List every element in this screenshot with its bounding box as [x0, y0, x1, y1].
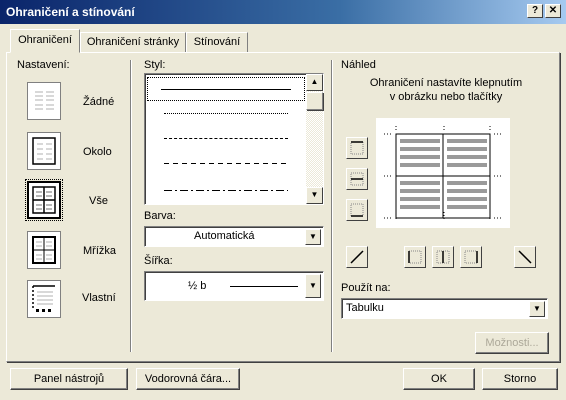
help-button[interactable]: ? [527, 4, 543, 18]
setting-grid-label: Mřížka [83, 245, 116, 257]
border-top-icon [350, 141, 364, 155]
close-button[interactable]: ✕ [545, 4, 561, 18]
preview-instructions-2: v obrázku nebo tlačítky [389, 91, 503, 103]
border-inside-horizontal-icon [350, 172, 364, 186]
preview-table-graphic [384, 126, 502, 220]
preview-area[interactable] [376, 118, 510, 228]
diagonal-down-button[interactable] [514, 246, 536, 268]
border-all-icon [32, 186, 56, 214]
border-right-icon [464, 250, 478, 264]
line-style-dotted[interactable] [164, 113, 288, 114]
color-value: Automatická [194, 230, 255, 242]
border-bottom-button[interactable] [346, 199, 368, 221]
window-title: Ohraničení a stínování [6, 5, 135, 19]
apply-to-label: Použít na: [341, 282, 391, 294]
width-label: Šířka: [144, 255, 173, 267]
cancel-button[interactable]: Storno [482, 368, 558, 390]
border-inside-vertical-icon [436, 250, 450, 264]
border-box-icon [32, 137, 56, 165]
color-label: Barva: [144, 210, 176, 222]
line-style-dash-dot[interactable] [164, 190, 288, 191]
diagonal-up-icon [350, 250, 364, 264]
diagonal-up-button[interactable] [346, 246, 368, 268]
setting-box-button[interactable] [27, 132, 61, 170]
border-none-icon [35, 91, 54, 110]
setting-none-button[interactable] [27, 82, 61, 120]
line-style-solid[interactable] [161, 89, 291, 90]
preview-header: Náhled [341, 59, 376, 71]
border-grid-icon [32, 236, 56, 264]
line-style-dashed[interactable] [164, 163, 288, 164]
setting-all-button[interactable] [25, 179, 63, 221]
width-dropdown-arrow[interactable]: ▼ [305, 274, 321, 298]
apply-to-dropdown-arrow[interactable]: ▼ [529, 301, 545, 317]
setting-none-label: Žádné [83, 96, 115, 108]
scroll-up-button[interactable]: ▲ [306, 74, 323, 91]
tab-page-border[interactable]: Ohraničení stránky [80, 32, 186, 52]
settings-header: Nastavení: [17, 59, 70, 71]
scroll-down-button[interactable]: ▼ [306, 187, 323, 204]
apply-to-value: Tabulku [346, 302, 384, 314]
border-left-icon [408, 250, 422, 264]
border-top-button[interactable] [346, 137, 368, 159]
border-right-button[interactable] [460, 246, 482, 268]
separator [331, 60, 333, 352]
diagonal-down-icon [518, 250, 532, 264]
toolbar-button[interactable]: Panel nástrojů [10, 368, 128, 390]
color-dropdown-arrow[interactable]: ▼ [305, 229, 321, 245]
line-style-dashed-fine[interactable] [164, 138, 288, 139]
setting-custom-label: Vlastní [82, 292, 116, 304]
options-button[interactable]: Možnosti... [475, 332, 549, 354]
border-left-button[interactable] [404, 246, 426, 268]
separator [130, 60, 132, 352]
ok-button[interactable]: OK [403, 368, 475, 390]
preview-instructions-1: Ohraničení nastavíte klepnutím [369, 77, 523, 89]
setting-grid-button[interactable] [27, 231, 61, 269]
style-header: Styl: [144, 59, 166, 71]
tab-borders[interactable]: Ohraničení [10, 29, 80, 53]
border-bottom-icon [350, 203, 364, 217]
tab-shading[interactable]: Stínování [186, 32, 248, 52]
border-inside-vertical-button[interactable] [432, 246, 454, 268]
width-line-sample [230, 286, 298, 287]
scroll-thumb[interactable] [306, 92, 323, 110]
setting-box-label: Okolo [83, 146, 112, 158]
width-value: ½ b [188, 280, 207, 292]
setting-custom-button[interactable] [27, 280, 61, 318]
setting-all-label: Vše [89, 195, 108, 207]
border-custom-icon [32, 285, 55, 312]
horizontal-line-button[interactable]: Vodorovná čára... [136, 368, 240, 390]
border-inside-horizontal-button[interactable] [346, 168, 368, 190]
